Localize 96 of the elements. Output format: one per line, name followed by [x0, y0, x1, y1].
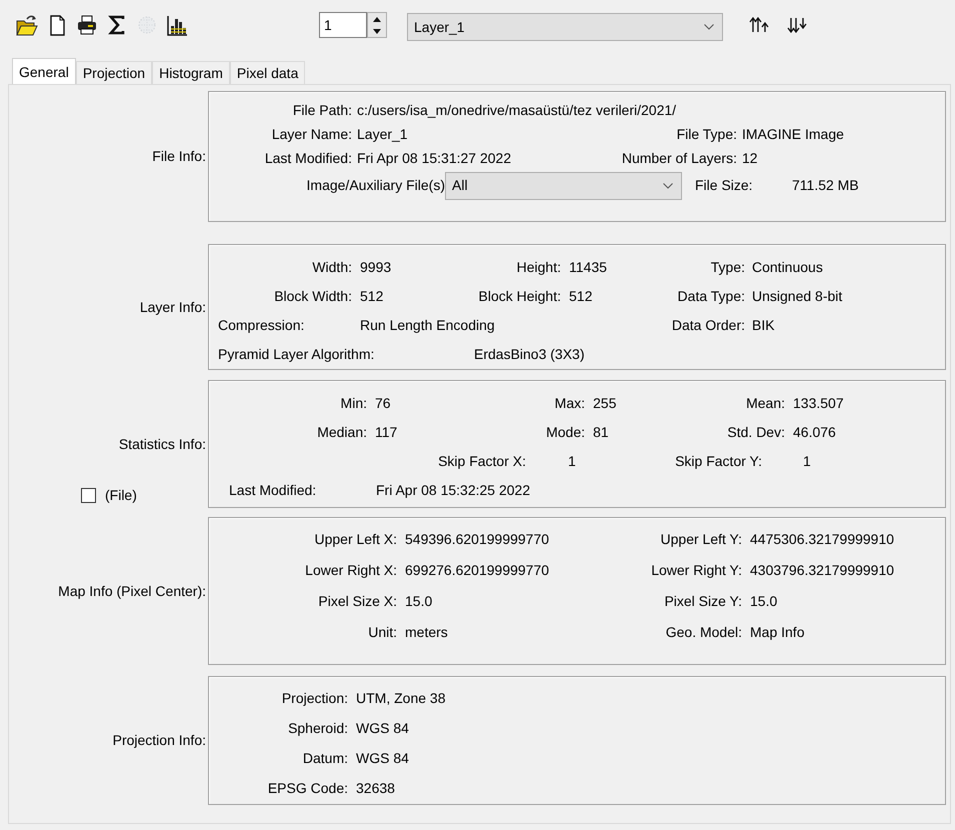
field-value: 4475306.32179999910: [750, 530, 894, 549]
field-value: 255: [593, 394, 618, 413]
section-label: Statistics Info:: [118, 434, 206, 454]
field-label: Compression:: [218, 316, 306, 335]
field-label: Geo. Model:: [664, 623, 742, 642]
field-value: Run Length Encoding: [360, 316, 496, 335]
field-value: Fri Apr 08 15:31:27 2022: [357, 148, 512, 168]
field-label: Last Modified:: [229, 481, 318, 500]
folder-icon: [16, 14, 38, 36]
field-label: Data Type:: [676, 287, 745, 306]
section-label: Projection Info:: [112, 731, 206, 750]
field-label: Median:: [316, 423, 367, 442]
field-label: File Path:: [292, 100, 352, 120]
field-value: 32638: [356, 778, 395, 798]
field-label: Width:: [311, 258, 352, 277]
layer-dropdown[interactable]: Layer_1: [407, 13, 723, 41]
field-value: 46.076: [793, 423, 836, 442]
field-value: WGS 84: [356, 748, 409, 768]
field-label: Lower Right X:: [304, 561, 397, 580]
field-label: Upper Left X:: [314, 530, 397, 549]
field-label: Skip Factor X:: [437, 452, 526, 471]
field-value: 15.0: [750, 592, 778, 611]
field-value: 512: [569, 287, 594, 306]
field-label: Datum:: [302, 748, 348, 768]
field-value: 76: [375, 394, 392, 413]
field-value: 11435: [569, 258, 608, 277]
field-label: EPSG Code:: [266, 778, 348, 798]
field-label: Lower Right Y:: [650, 561, 742, 580]
field-label: Projection:: [280, 688, 348, 708]
chevron-icon: [663, 182, 673, 188]
field-label: Pixel Size Y:: [663, 592, 742, 611]
globe-icon: [136, 14, 158, 36]
field-label: Spheroid:: [287, 718, 348, 738]
histogram-icon: [166, 14, 188, 36]
field-label: Number of Layers:: [620, 148, 737, 168]
field-label: File Type:: [676, 124, 737, 144]
field-label: Data Order:: [670, 316, 745, 335]
field-value: 133.507: [793, 394, 844, 413]
field-label: File Size:: [695, 176, 754, 195]
field-value: 1: [803, 452, 811, 471]
field-value: c:/users/isa_m/onedrive/masaüstü/tez verileri/2021/: [357, 100, 676, 120]
printer-icon: [76, 14, 98, 36]
field-label: Pixel Size X:: [317, 592, 397, 611]
field-label: Unit:: [367, 623, 397, 642]
field-value: Continuous: [752, 258, 823, 277]
field-value: ErdasBino3 (3X3): [474, 345, 585, 364]
spin-buttons[interactable]: [367, 12, 387, 38]
field-label: Skip Factor Y:: [674, 452, 762, 471]
field-label: Mean:: [745, 394, 785, 413]
field-value: UTM, Zone 38: [356, 688, 446, 708]
tab[interactable]: General: [12, 58, 76, 84]
field-label: Upper Left Y:: [660, 530, 742, 549]
field-value: Fri Apr 08 15:32:25 2022: [376, 481, 530, 500]
field-label: Max:: [554, 394, 585, 413]
field-value: WGS 84: [356, 718, 409, 738]
field-value: 1: [568, 452, 577, 471]
field-value: 117: [375, 423, 398, 442]
field-value: 12: [742, 148, 758, 168]
field-label: Type:: [710, 258, 745, 277]
field-value: Map Info: [750, 623, 804, 642]
checkbox[interactable]: [81, 488, 96, 503]
section-label: File Info:: [152, 147, 206, 166]
field-label: Pyramid Layer Algorithm:: [218, 345, 376, 364]
up-arrow-icon: [373, 16, 381, 22]
field-value: 15.0: [405, 592, 434, 611]
chevron-icon: [704, 24, 714, 30]
layer-number-field[interactable]: 1: [319, 12, 367, 38]
tab[interactable]: Pixel data: [230, 61, 306, 84]
field-value: Layer_1: [357, 124, 409, 144]
field-value: Unsigned 8-bit: [752, 287, 842, 306]
field-value: 81: [593, 423, 610, 442]
section-label: Map Info (Pixel Center):: [58, 582, 206, 601]
field-value: 4303796.32179999910: [750, 561, 894, 580]
field-value: 699276.620199999770: [405, 561, 550, 580]
field-label: Min:: [340, 394, 367, 413]
field-label: Mode:: [545, 423, 585, 442]
field-value: 9993: [360, 258, 392, 277]
field-label: Image/Auxiliary File(s): [306, 176, 445, 195]
field-label: Block Width:: [273, 287, 352, 306]
file-dropdown[interactable]: All: [445, 172, 682, 200]
field-label: Layer Name:: [270, 124, 352, 144]
tab[interactable]: Histogram: [152, 61, 230, 84]
field-value: 549396.620199999770: [405, 530, 550, 549]
section-label: Layer Info:: [140, 298, 206, 317]
field-value: BIK: [752, 316, 775, 335]
field-value: meters: [405, 623, 449, 642]
field-label: Std. Dev:: [726, 423, 785, 442]
field-value: 711.52 MB: [792, 176, 859, 195]
checkbox-label: (File): [105, 486, 137, 505]
field-value: 512: [360, 287, 384, 306]
field-label: Block Height:: [478, 287, 561, 306]
down-arrow-icon: [373, 28, 381, 34]
field-label: Height:: [516, 258, 561, 277]
field-value: IMAGINE Image: [742, 124, 844, 144]
tab[interactable]: Projection: [76, 61, 152, 84]
field-label: Last Modified:: [264, 148, 352, 168]
